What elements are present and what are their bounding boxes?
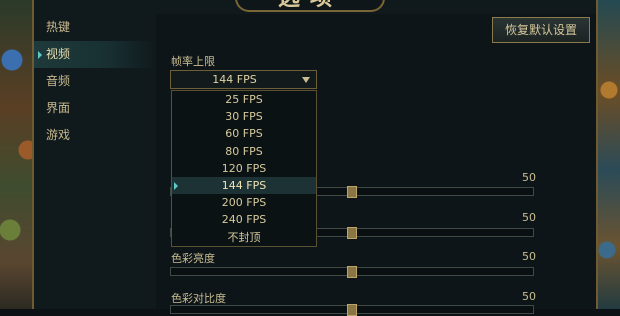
chevron-down-icon bbox=[302, 77, 310, 83]
slider-value: 50 bbox=[522, 171, 536, 184]
dropdown-option[interactable]: 不封顶 bbox=[172, 229, 316, 246]
dropdown-option-selected[interactable]: 144 FPS bbox=[172, 176, 316, 195]
sidebar-item-game[interactable]: 游戏 bbox=[34, 122, 156, 149]
dropdown-option[interactable]: 60 FPS bbox=[172, 125, 316, 142]
window-title: 选项 bbox=[237, 0, 383, 10]
slider-value: 50 bbox=[522, 290, 536, 303]
slider-thumb[interactable] bbox=[347, 266, 357, 278]
dropdown-option[interactable]: 25 FPS bbox=[172, 91, 316, 108]
slider-thumb[interactable] bbox=[347, 227, 357, 239]
sidebar-item-video[interactable]: 视频 bbox=[34, 41, 156, 68]
sidebar-item-label: 热键 bbox=[46, 20, 71, 34]
sidebar-item-interface[interactable]: 界面 bbox=[34, 95, 156, 122]
framerate-dropdown-list: 25 FPS 30 FPS 60 FPS 80 FPS 120 FPS 144 … bbox=[171, 90, 317, 247]
dropdown-option[interactable]: 80 FPS bbox=[172, 143, 316, 160]
options-sidebar: 热键 视频 音频 界面 游戏 bbox=[34, 14, 156, 309]
framerate-select[interactable]: 144 FPS bbox=[170, 70, 317, 89]
framerate-selected-value: 144 FPS bbox=[212, 73, 257, 86]
color-brightness-label: 色彩亮度 bbox=[171, 252, 215, 265]
restore-defaults-button[interactable]: 恢复默认设置 bbox=[492, 17, 590, 43]
sidebar-item-audio[interactable]: 音频 bbox=[34, 68, 156, 95]
slider-value: 50 bbox=[522, 250, 536, 263]
dropdown-option[interactable]: 120 FPS bbox=[172, 160, 316, 177]
dropdown-option[interactable]: 200 FPS bbox=[172, 194, 316, 211]
dropdown-option[interactable]: 30 FPS bbox=[172, 108, 316, 125]
sidebar-item-label: 音频 bbox=[46, 74, 71, 88]
dropdown-option[interactable]: 240 FPS bbox=[172, 211, 316, 228]
slider-value: 50 bbox=[522, 211, 536, 224]
color-contrast-label: 色彩对比度 bbox=[171, 292, 226, 305]
framerate-label: 帧率上限 bbox=[171, 55, 215, 68]
window-title-banner: 选项 bbox=[235, 0, 385, 12]
slider-thumb[interactable] bbox=[347, 304, 357, 316]
sidebar-item-label: 界面 bbox=[46, 101, 71, 115]
sidebar-item-label: 视频 bbox=[46, 47, 71, 61]
sidebar-item-hotkeys[interactable]: 热键 bbox=[34, 14, 156, 41]
slider-thumb[interactable] bbox=[347, 186, 357, 198]
sidebar-item-label: 游戏 bbox=[46, 128, 71, 142]
right-splash-art bbox=[597, 0, 620, 309]
